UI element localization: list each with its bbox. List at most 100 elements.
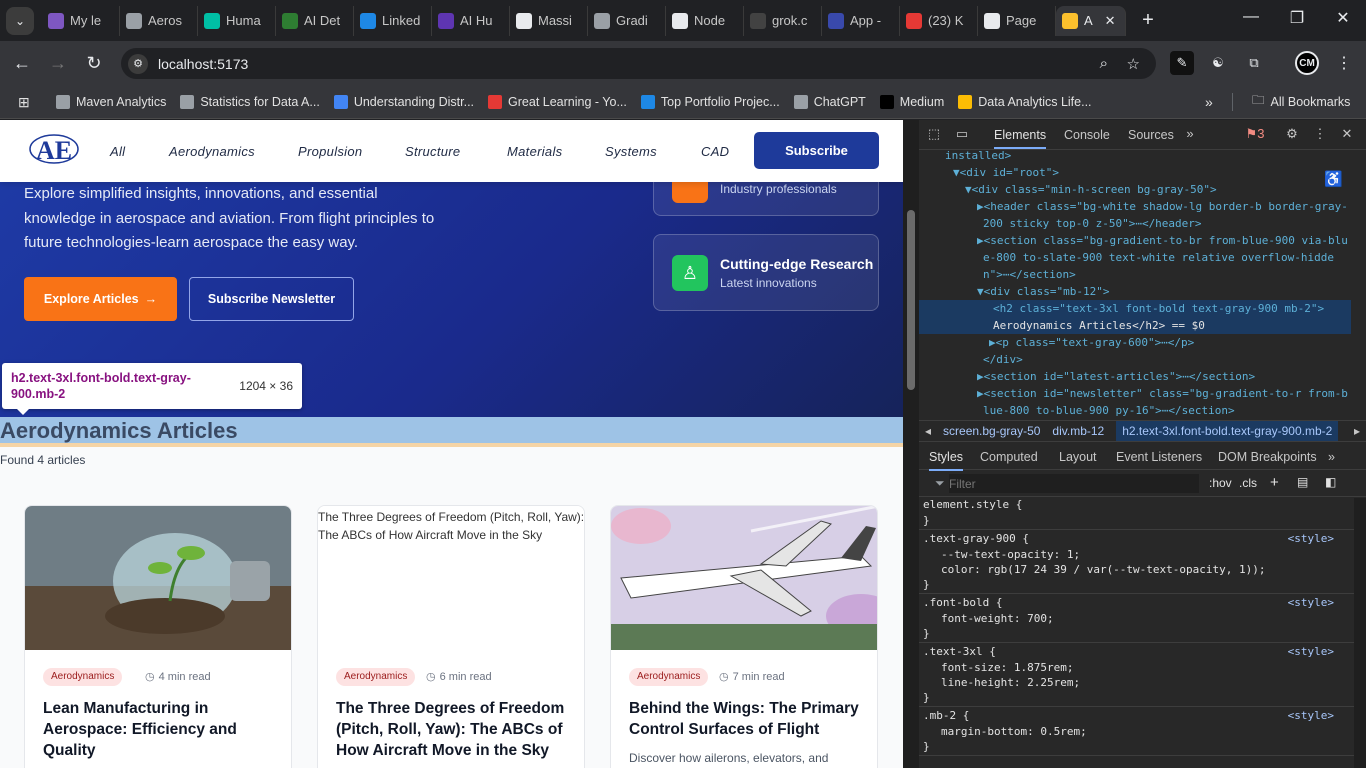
dom-node-line[interactable]: n">⋯</section> <box>919 266 1351 283</box>
tab-elements[interactable]: Elements <box>994 128 1047 149</box>
browser-tab[interactable]: Gradi <box>588 5 666 36</box>
apps-grid-icon[interactable]: ⊞ <box>18 94 34 110</box>
crumb-right-icon[interactable]: ▸ <box>1354 424 1360 438</box>
breadcrumb-item[interactable]: div.mb-12 <box>1052 424 1104 438</box>
browser-tab[interactable]: (23) K <box>900 5 978 36</box>
breadcrumb-item-active[interactable]: h2.text-3xl.font-bold.text-gray-900.mb-2 <box>1116 421 1339 441</box>
bookmark-item[interactable]: Maven Analytics <box>56 94 166 109</box>
dom-node-line[interactable]: ▶<section id="latest-articles">⋯</sectio… <box>919 368 1351 385</box>
dom-node-line[interactable]: </div> <box>919 351 1351 368</box>
css-property[interactable]: margin-bottom: 0.5rem; <box>941 725 1354 739</box>
bookmark-item[interactable]: Statistics for Data A... <box>180 94 320 109</box>
category-tag[interactable]: Aerodynamics <box>336 668 416 686</box>
reload-icon[interactable]: ↻ <box>76 45 112 81</box>
bookmark-item[interactable]: Data Analytics Life... <box>958 94 1092 109</box>
back-arrow-icon[interactable]: ← <box>4 45 40 81</box>
bookmark-item[interactable]: Great Learning - Yo... <box>488 94 627 109</box>
address-bar[interactable]: ⚙ localhost:5173 ⌕ ☆ <box>121 48 1156 79</box>
site-logo[interactable]: AE <box>28 129 80 173</box>
browser-tab[interactable]: My le <box>42 5 120 36</box>
browser-tab[interactable]: Node <box>666 5 744 36</box>
css-source-link[interactable]: <style> <box>1288 645 1334 658</box>
browser-tab[interactable]: AI Det <box>276 5 354 36</box>
device-toolbar-icon[interactable]: ▭ <box>953 126 971 144</box>
cls-toggle[interactable]: .cls <box>1239 476 1257 490</box>
tab-console[interactable]: Console <box>1064 128 1110 142</box>
nav-propulsion[interactable]: Propulsion <box>298 144 362 159</box>
more-panes-icon[interactable]: » <box>1328 450 1335 464</box>
tab-computed[interactable]: Computed <box>980 450 1038 464</box>
article-card[interactable]: Aerodynamics ◷ 4 min read Lean Manufactur… <box>24 505 292 768</box>
tab-sources[interactable]: Sources <box>1128 128 1174 142</box>
settings-gear-icon[interactable]: ⚙ <box>1283 126 1301 144</box>
browser-menu-icon[interactable]: ⋮ <box>1332 51 1356 75</box>
paint-icon[interactable]: ▤ <box>1297 475 1308 489</box>
css-property[interactable]: color: rgb(17 24 39 / var(--tw-text-opac… <box>941 563 1354 577</box>
nav-cad[interactable]: CAD <box>701 144 729 159</box>
dom-node-line[interactable]: ▶<section class="bg-gradient-to-br from-… <box>919 232 1351 249</box>
hov-toggle[interactable]: :hov <box>1209 476 1232 490</box>
maximize-window-icon[interactable]: ❐ <box>1282 8 1312 28</box>
css-source-link[interactable]: <style> <box>1288 596 1334 609</box>
browser-tab[interactable]: Aeros <box>120 5 198 36</box>
dom-scrollbar[interactable] <box>1354 151 1366 419</box>
browser-tab[interactable]: AI Hu <box>432 5 510 36</box>
breadcrumb-item[interactable]: screen.bg-gray-50 <box>943 424 1040 438</box>
nav-all[interactable]: All <box>110 144 125 159</box>
tab-dom-breakpoints[interactable]: DOM Breakpoints <box>1218 450 1317 464</box>
css-property[interactable]: font-weight: 700; <box>941 612 1354 626</box>
extension-icon[interactable]: ☯ <box>1206 51 1230 75</box>
site-info-icon[interactable]: ⚙ <box>128 53 148 74</box>
css-selector[interactable]: element.style { <box>923 498 1353 512</box>
dom-node-line[interactable]: ▼<div id="root"> <box>919 164 1351 181</box>
minimize-window-icon[interactable]: — <box>1236 8 1266 26</box>
extensions-puzzle-icon[interactable]: ⧉ <box>1242 51 1266 75</box>
bookmark-item[interactable]: ChatGPT <box>793 94 866 109</box>
css-property[interactable]: font-size: 1.875rem; <box>941 661 1354 675</box>
close-window-icon[interactable]: ✕ <box>1328 8 1358 28</box>
article-title[interactable]: Behind the Wings: The Primary Control Su… <box>629 698 864 740</box>
browser-tab[interactable]: Huma <box>198 5 276 36</box>
add-rule-icon[interactable]: + <box>1270 474 1279 491</box>
more-tabs-icon[interactable]: » <box>1181 126 1199 144</box>
styles-filter-input[interactable] <box>949 474 1199 493</box>
subscribe-newsletter-button[interactable]: Subscribe Newsletter <box>189 277 354 321</box>
bookmark-star-icon[interactable]: ☆ <box>1127 55 1140 73</box>
browser-tab[interactable]: App - <box>822 5 900 36</box>
inspect-element-icon[interactable]: ⬚ <box>925 126 943 144</box>
dom-node-line[interactable]: Aerodynamics Articles</h2> == $0 <box>919 317 1351 334</box>
page-scrollbar[interactable] <box>903 120 919 768</box>
css-source-link[interactable]: <style> <box>1288 709 1334 722</box>
subscribe-button[interactable]: Subscribe <box>754 132 879 169</box>
css-property[interactable]: --tw-text-opacity: 1; <box>941 548 1354 562</box>
zoom-icon[interactable]: ⌕ <box>1100 55 1108 72</box>
tab-styles[interactable]: Styles <box>929 450 964 471</box>
browser-tab[interactable]: grok.c <box>744 5 822 36</box>
dom-node-line[interactable]: ▶<header class="bg-white shadow-lg borde… <box>919 198 1351 215</box>
browser-tab[interactable]: Page <box>978 5 1056 36</box>
dom-node-line[interactable]: ▶<p class="text-gray-600">⋯</p> <box>919 334 1351 351</box>
browser-tab[interactable]: A ✕ <box>1056 5 1126 36</box>
explore-articles-button[interactable]: Explore Articles → <box>24 277 177 321</box>
issues-badge[interactable]: ⚑3 <box>1242 126 1268 144</box>
nav-aerodynamics[interactable]: Aerodynamics <box>169 144 255 159</box>
tab-event-listeners[interactable]: Event Listeners <box>1116 450 1202 464</box>
crumb-left-icon[interactable]: ◂ <box>925 424 931 438</box>
dom-node-line[interactable]: ▶<section id="newsletter" class="bg-grad… <box>919 385 1351 402</box>
extension-icon[interactable]: ✎ <box>1170 51 1194 75</box>
article-card[interactable]: The Three Degrees of Freedom (Pitch, Rol… <box>317 505 585 768</box>
more-bookmarks-icon[interactable]: » <box>1205 94 1213 110</box>
scroll-thumb[interactable] <box>907 210 915 390</box>
article-title[interactable]: Lean Manufacturing in Aerospace: Efficie… <box>43 698 278 761</box>
browser-tab[interactable]: Massi <box>510 5 588 36</box>
dom-node-line[interactable]: 200 sticky top-0 z-50">⋯</header> <box>919 215 1351 232</box>
bookmark-item[interactable]: Top Portfolio Projec... <box>640 94 780 109</box>
bookmark-item[interactable]: Medium <box>879 94 944 109</box>
styles-scrollbar[interactable] <box>1354 498 1366 768</box>
dom-node-line[interactable]: e-800 to-slate-900 text-white relative o… <box>919 249 1351 266</box>
devtools-menu-icon[interactable]: ⋮ <box>1311 126 1329 144</box>
browser-tab[interactable]: Linked <box>354 5 432 36</box>
dom-node-line[interactable]: <h2 class="text-3xl font-bold text-gray-… <box>919 300 1351 317</box>
accessibility-icon[interactable]: ♿ <box>1324 170 1343 188</box>
forward-arrow-icon[interactable]: → <box>40 45 76 81</box>
